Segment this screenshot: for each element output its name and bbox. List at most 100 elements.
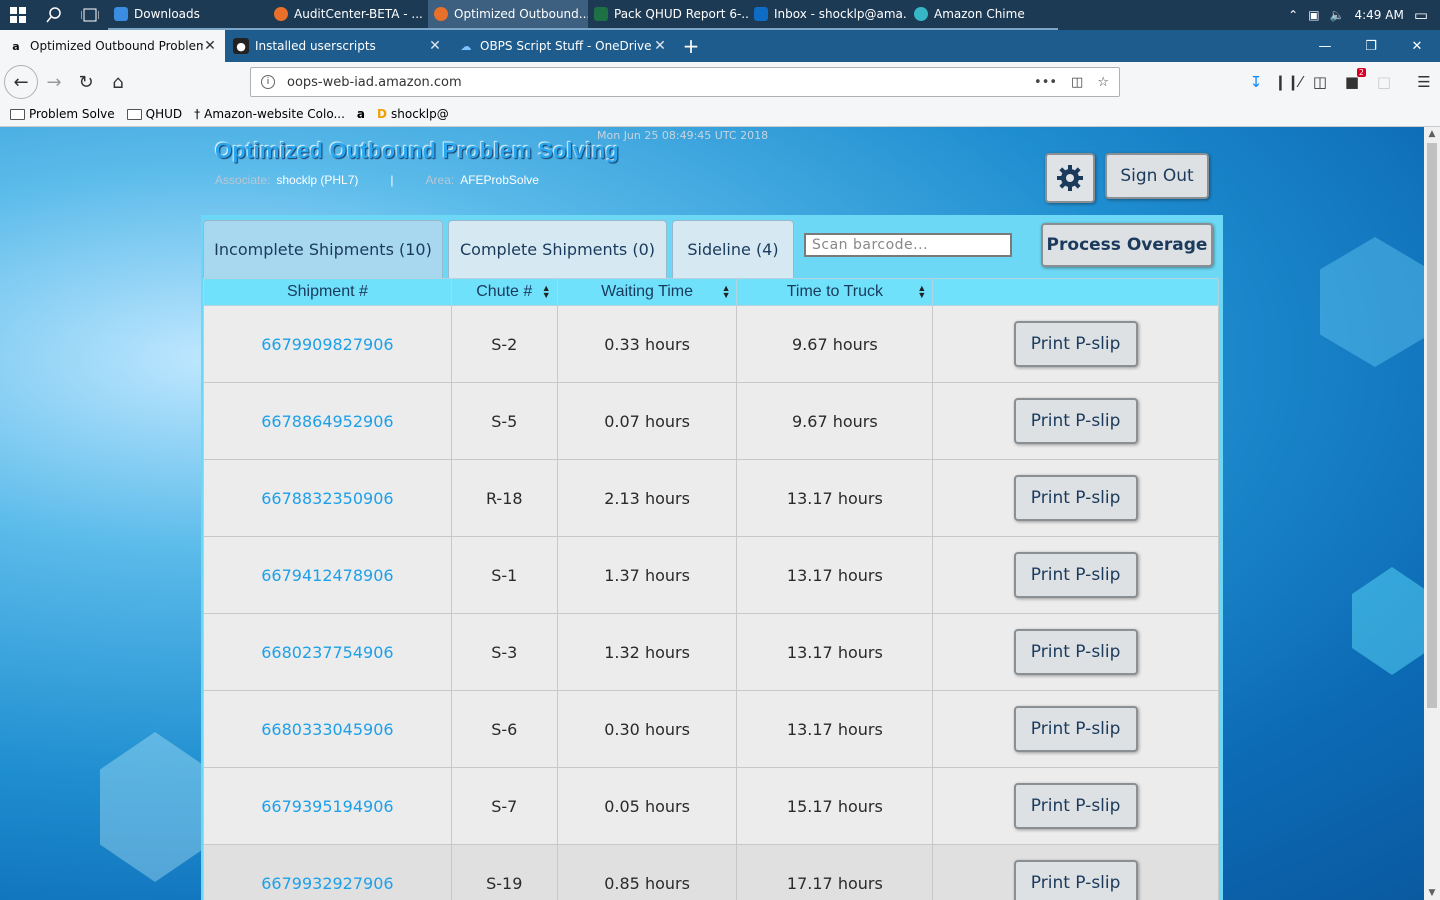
browser-tab-onedrive[interactable]: ☁ OBPS Script Stuff - OneDrive ✕ [450, 30, 675, 62]
shipment-link[interactable]: 6678832350906 [203, 459, 452, 537]
column-header-time-to-truck[interactable]: Time to Truck ▲ ▼ [736, 278, 934, 306]
print-pslip-button[interactable]: Print P-slip [1013, 321, 1138, 367]
network-icon[interactable]: ▣ [1308, 8, 1319, 22]
extension-icon[interactable]: ■ 2 [1336, 66, 1368, 98]
forward-button[interactable]: → [38, 66, 70, 98]
column-header-chute[interactable]: Chute # ▲ ▼ [450, 278, 558, 306]
sidebar-icon[interactable]: ◫ [1304, 66, 1336, 98]
scrollbar-thumb[interactable] [1427, 143, 1437, 708]
bookmark-problem-solve[interactable]: Problem Solve [10, 107, 115, 121]
downloads-icon[interactable]: ↧ [1240, 66, 1272, 98]
task-view-icon[interactable] [72, 0, 108, 30]
extension-2-icon[interactable]: □ [1368, 66, 1400, 98]
settings-button[interactable] [1045, 153, 1095, 203]
print-pslip-button[interactable]: Print P-slip [1013, 398, 1138, 444]
reload-button[interactable]: ↻ [70, 66, 102, 98]
minimize-icon[interactable]: — [1302, 30, 1348, 62]
home-button[interactable]: ⌂ [102, 66, 134, 98]
taskbar-app-downloads[interactable]: Downloads [108, 0, 268, 30]
bookmark-star-icon[interactable]: ☆ [1097, 75, 1109, 90]
clock[interactable]: 4:49 AM [1354, 8, 1403, 22]
menu-icon[interactable]: ☰ [1408, 66, 1440, 98]
notification-icon[interactable]: ▭ [1414, 6, 1428, 24]
waiting-time-cell: 1.32 hours [556, 613, 738, 691]
shipment-link[interactable]: 6680333045906 [203, 690, 452, 768]
close-tab-icon[interactable]: ✕ [653, 38, 667, 54]
taskbar-app-auditcenter[interactable]: AuditCenter-BETA - ... [268, 0, 428, 30]
restore-icon[interactable]: ❐ [1348, 30, 1394, 62]
url-text[interactable]: oops-web-iad.amazon.com [287, 75, 462, 90]
volume-icon[interactable]: 🔈 [1330, 8, 1345, 22]
window-controls: — ❐ ✕ [1302, 30, 1440, 62]
action-cell: Print P-slip [932, 844, 1219, 900]
tab-complete-shipments[interactable]: Complete Shipments (0) [448, 220, 667, 278]
library-icon[interactable]: ❙❙⁄ [1272, 66, 1304, 98]
shipment-link[interactable]: 6678864952906 [203, 382, 452, 460]
system-tray: ⌃ ▣ 🔈 4:49 AM ▭ [1288, 0, 1440, 30]
time-to-truck-cell: 9.67 hours [736, 305, 934, 383]
page-actions-icon[interactable]: ••• [1034, 75, 1057, 90]
url-bar[interactable]: i oops-web-iad.amazon.com ••• ◫ ☆ [250, 67, 1120, 97]
server-timestamp: Mon Jun 25 08:49:45 UTC 2018 [597, 129, 769, 142]
close-tab-icon[interactable]: ✕ [203, 38, 217, 54]
taskbar-app-optimized-outbound[interactable]: Optimized Outbound... [428, 0, 588, 30]
table-row: 6679395194906 S-7 0.05 hours 15.17 hours Pri… [203, 767, 1219, 845]
scroll-down-icon[interactable]: ▼ [1424, 886, 1440, 900]
taskbar-app-excel[interactable]: Pack QHUD Report 6-... [588, 0, 748, 30]
action-cell: Print P-slip [932, 536, 1219, 614]
area-value: AFEProbSolve [460, 173, 539, 187]
print-pslip-button[interactable]: Print P-slip [1013, 475, 1138, 521]
shipments-table-body: 6679909827906 S-2 0.33 hours 9.67 hours Prin… [203, 305, 1219, 900]
search-icon[interactable] [36, 0, 72, 30]
process-overage-button[interactable]: Process Overage [1041, 223, 1213, 267]
action-cell: Print P-slip [932, 382, 1219, 460]
shipments-table: Shipment # Chute # ▲ ▼ Waiting Time ▲ ▼ Time… [203, 278, 1219, 900]
onedrive-icon: ☁ [460, 39, 472, 53]
chevron-up-icon[interactable]: ⌃ [1288, 8, 1298, 22]
pocket-icon[interactable]: ◫ [1071, 75, 1083, 90]
print-pslip-button[interactable]: Print P-slip [1013, 783, 1138, 829]
toolbar-right: ↧ ❙❙⁄ ◫ ■ 2 □ ☰ [1240, 62, 1440, 102]
new-tab-button[interactable]: + [675, 30, 707, 62]
print-pslip-button[interactable]: Print P-slip [1013, 706, 1138, 752]
bookmark-amazon-website-colo[interactable]: † Amazon-website Colo... [194, 107, 345, 121]
taskbar-app-outlook[interactable]: Inbox - shocklp@ama... [748, 0, 908, 30]
waiting-time-cell: 1.37 hours [556, 536, 738, 614]
table-row: 6680333045906 S-6 0.30 hours 13.17 hours Pri… [203, 690, 1219, 768]
close-window-icon[interactable]: ✕ [1394, 30, 1440, 62]
time-to-truck-cell: 13.17 hours [736, 690, 934, 768]
waiting-time-cell: 2.13 hours [556, 459, 738, 537]
browser-navbar: ← → ↻ ⌂ i oops-web-iad.amazon.com ••• ◫ … [0, 62, 1440, 102]
browser-tab-userscripts[interactable]: ● Installed userscripts ✕ [225, 30, 450, 62]
associate-info: Associate: shocklp (PHL7) | Area: AFEPro… [215, 173, 539, 187]
browser-tab-optimized-outbound[interactable]: a Optimized Outbound Problem ✕ [0, 30, 225, 62]
print-pslip-button[interactable]: Print P-slip [1013, 860, 1138, 900]
close-tab-icon[interactable]: ✕ [428, 38, 442, 54]
windows-start-icon[interactable] [0, 0, 36, 30]
bookmark-amazon[interactable]: a [357, 107, 365, 121]
background-hexagon [100, 732, 210, 882]
tab-incomplete-shipments[interactable]: Incomplete Shipments (10) [203, 220, 443, 278]
time-to-truck-cell: 17.17 hours [736, 844, 934, 900]
shipment-link[interactable]: 6679395194906 [203, 767, 452, 845]
shipment-link[interactable]: 6679412478906 [203, 536, 452, 614]
print-pslip-button[interactable]: Print P-slip [1013, 629, 1138, 675]
column-header-waiting-time[interactable]: Waiting Time ▲ ▼ [556, 278, 738, 306]
page-scrollbar[interactable]: ▲ ▼ [1424, 127, 1440, 900]
back-button[interactable]: ← [4, 65, 38, 99]
shipments-panel: Incomplete Shipments (10) Complete Shipm… [201, 215, 1223, 900]
bookmark-shocklp[interactable]: Dshocklp@ [377, 107, 449, 121]
shipment-link[interactable]: 6679909827906 [203, 305, 452, 383]
bookmark-qhud[interactable]: QHUD [126, 107, 182, 121]
amazon-icon: a [12, 39, 20, 53]
info-icon[interactable]: i [261, 75, 275, 89]
scan-barcode-input[interactable]: Scan barcode... [804, 233, 1012, 257]
shipment-link[interactable]: 6680237754906 [203, 613, 452, 691]
taskbar-app-chime[interactable]: Amazon Chime [908, 0, 1058, 30]
tab-sideline[interactable]: Sideline (4) [672, 220, 794, 278]
column-header-shipment[interactable]: Shipment # [203, 278, 452, 306]
sign-out-button[interactable]: Sign Out [1105, 153, 1209, 199]
shipment-link[interactable]: 6679932927906 [203, 844, 452, 900]
print-pslip-button[interactable]: Print P-slip [1013, 552, 1138, 598]
scroll-up-icon[interactable]: ▲ [1424, 127, 1440, 141]
